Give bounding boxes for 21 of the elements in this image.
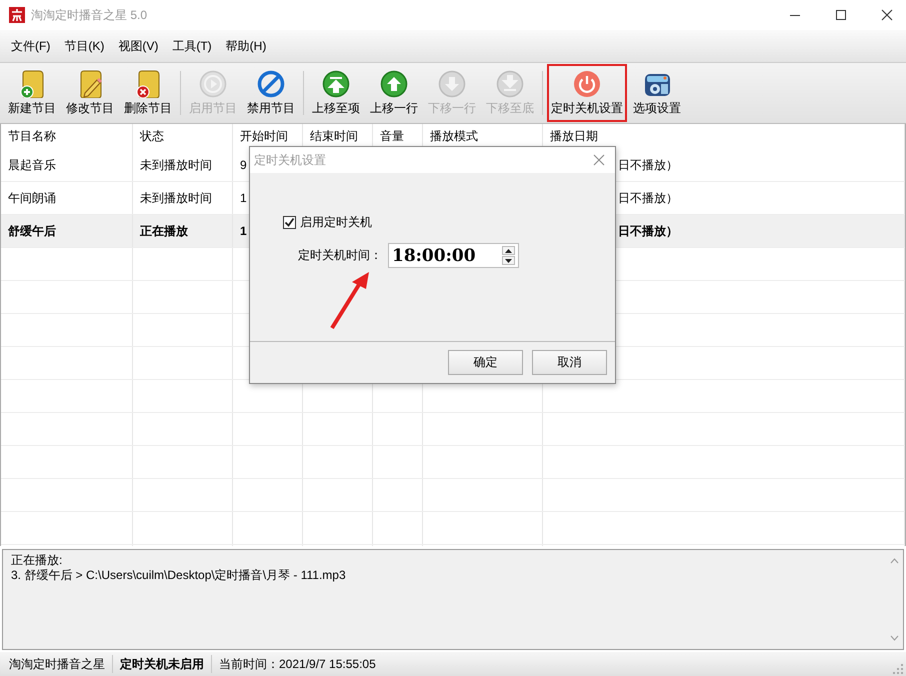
table-cell: 9 <box>240 158 247 172</box>
dialog-title: 定时关机设置 <box>254 152 326 168</box>
window-title: 淘淘定时播音之星 5.0 <box>31 6 148 24</box>
table-cell: 日不播放） <box>618 190 678 206</box>
status-text: 当前时间：2021/9/7 15:55:05 <box>218 656 377 673</box>
status-text: 定时关机未启用 <box>113 655 212 673</box>
table-cell: 1 <box>240 224 247 238</box>
table-cell: 日不播放） <box>618 156 678 174</box>
checkbox-label: 启用定时关机 <box>300 214 372 231</box>
table-cell: 日不播放） <box>618 222 678 240</box>
table-cell: 正在播放 <box>140 222 188 240</box>
table-cell: 1 <box>240 191 247 205</box>
table-cell: 晨起音乐 <box>8 156 56 174</box>
table-cell: 未到播放时间 <box>140 190 212 206</box>
log-line: 正在播放: <box>11 553 64 568</box>
status-text: 淘淘定时播音之星 <box>2 655 113 673</box>
field-label: 定时关机时间： <box>298 247 382 264</box>
table-cell: 舒缓午后 <box>8 222 56 240</box>
log-line: 3. 舒缓午后 > C:\Users\cuilm\Desktop\定时播音\月琴 - 111.mp3 <box>11 568 347 583</box>
table-cell: 午间朗诵 <box>8 190 56 206</box>
table-cell: 未到播放时间 <box>140 156 212 174</box>
